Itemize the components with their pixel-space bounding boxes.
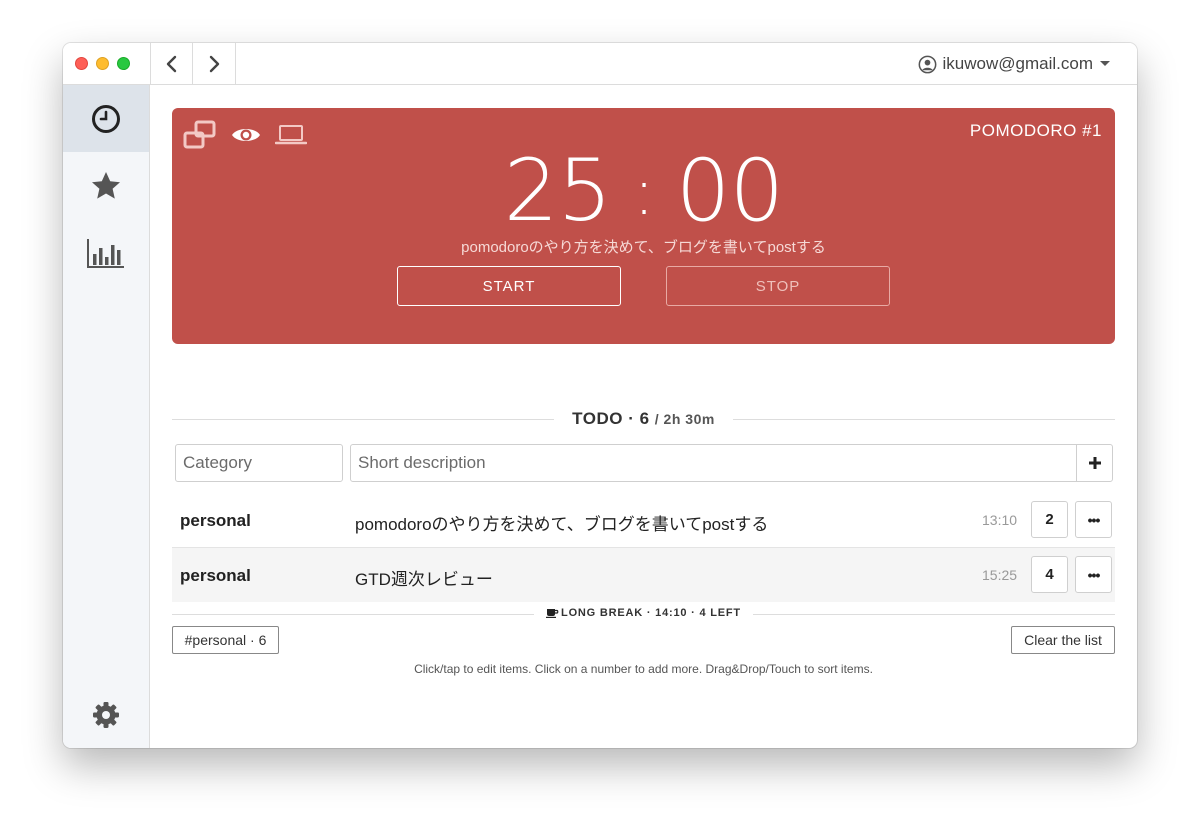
bar-chart-icon bbox=[87, 238, 124, 268]
window-controls bbox=[75, 57, 130, 70]
item-more-button[interactable]: ••• bbox=[1075, 501, 1112, 538]
list-item[interactable]: personal GTD週次レビュー 15:25 4 ••• bbox=[172, 547, 1115, 602]
timer-seconds: 00 bbox=[675, 141, 784, 241]
long-break-label: LONG BREAK · 14:10 · 4 LEFT bbox=[172, 607, 1115, 619]
eye-icon[interactable] bbox=[231, 124, 261, 146]
clock-icon bbox=[92, 104, 120, 133]
long-break-separator: LONG BREAK · 14:10 · 4 LEFT bbox=[172, 607, 1115, 621]
sidebar bbox=[63, 85, 150, 748]
item-estimated-end: 13:10 bbox=[982, 512, 1018, 528]
coffee-cup-icon bbox=[546, 609, 559, 618]
todo-title: TODO · 6 / 2h 30m bbox=[172, 409, 1115, 429]
star-icon bbox=[92, 171, 120, 199]
app-window: ikuwow@gmail.com POMODORO #1 25: 00 pom… bbox=[63, 43, 1137, 748]
item-more-button[interactable]: ••• bbox=[1075, 556, 1112, 593]
title-bar: ikuwow@gmail.com bbox=[63, 43, 1137, 85]
tag-filter-button[interactable]: #personal · 6 bbox=[172, 626, 279, 654]
stop-button[interactable]: STOP bbox=[666, 266, 890, 306]
todo-header: TODO · 6 / 2h 30m bbox=[172, 407, 1115, 431]
todo-count: TODO · 6 bbox=[572, 409, 650, 428]
chevron-left-icon bbox=[166, 55, 177, 73]
pomodoro-counter: POMODORO #1 bbox=[969, 121, 1102, 140]
item-category: personal bbox=[180, 566, 251, 585]
close-window-button[interactable] bbox=[75, 57, 88, 70]
item-description[interactable]: pomodoroのやり方を決めて、ブログを書いてpostする bbox=[355, 510, 768, 535]
sidebar-item-favorites[interactable] bbox=[63, 152, 149, 219]
laptop-icon[interactable] bbox=[275, 123, 307, 147]
forward-button[interactable] bbox=[193, 43, 235, 85]
plus-icon bbox=[1088, 457, 1101, 469]
description-input[interactable] bbox=[350, 444, 1077, 482]
item-description[interactable]: GTD週次レビュー bbox=[355, 565, 493, 590]
sidebar-item-settings[interactable] bbox=[63, 681, 149, 748]
item-pomodoro-count[interactable]: 2 bbox=[1031, 501, 1068, 538]
long-break-text: LONG BREAK · 14:10 · 4 LEFT bbox=[561, 607, 741, 619]
back-button[interactable] bbox=[151, 43, 193, 85]
item-pomodoro-count[interactable]: 4 bbox=[1031, 556, 1068, 593]
timer-card: POMODORO #1 25:00 pomodoroのやり方を決めて、ブログを書… bbox=[172, 108, 1115, 344]
list-item[interactable]: personal pomodoroのやり方を決めて、ブログを書いてpostする … bbox=[172, 493, 1115, 548]
timer-minutes: 25 bbox=[503, 141, 612, 241]
main-content: POMODORO #1 25:00 pomodoroのやり方を決めて、ブログを書… bbox=[150, 85, 1137, 748]
timer-display: 25:00 bbox=[172, 146, 1115, 236]
caret-down-icon bbox=[1100, 61, 1110, 66]
user-circle-icon bbox=[918, 55, 936, 73]
item-estimated-end: 15:25 bbox=[982, 567, 1018, 583]
current-task: pomodoroのやり方を決めて、ブログを書いてpostする bbox=[461, 239, 826, 256]
divider bbox=[235, 43, 236, 85]
gear-icon bbox=[93, 701, 119, 728]
account-email: ikuwow@gmail.com bbox=[942, 54, 1093, 73]
chevron-right-icon bbox=[209, 55, 220, 73]
category-input[interactable] bbox=[175, 444, 343, 482]
start-button[interactable]: START bbox=[397, 266, 621, 306]
help-text: Click/tap to edit items. Click on a numb… bbox=[414, 662, 873, 676]
todo-total-time: / 2h 30m bbox=[654, 411, 715, 427]
item-category: personal bbox=[180, 511, 251, 530]
sidebar-item-timer[interactable] bbox=[63, 85, 149, 152]
add-item-button[interactable] bbox=[1076, 444, 1113, 482]
minimize-window-button[interactable] bbox=[96, 57, 109, 70]
account-menu[interactable]: ikuwow@gmail.com bbox=[918, 43, 1111, 85]
timer-separator: : bbox=[633, 156, 655, 230]
zoom-window-button[interactable] bbox=[117, 57, 130, 70]
sidebar-item-statistics[interactable] bbox=[63, 219, 149, 286]
clear-list-button[interactable]: Clear the list bbox=[1011, 626, 1115, 654]
